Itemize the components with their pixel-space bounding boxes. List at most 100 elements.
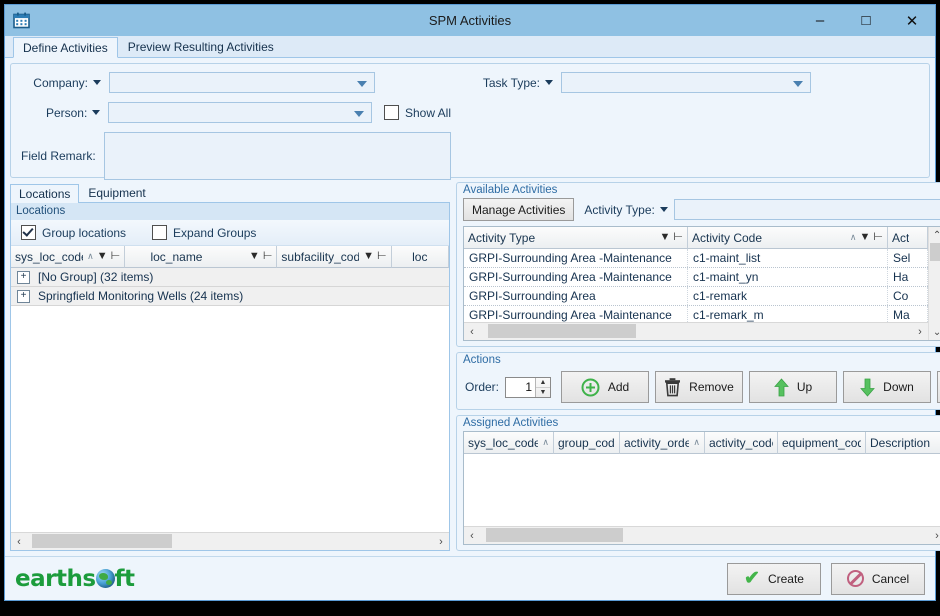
down-button[interactable]: Down xyxy=(843,371,931,403)
table-row[interactable]: GRPI-Surrounding Area -Maintenance c1-re… xyxy=(464,306,928,322)
hscroll-thumb[interactable] xyxy=(32,534,172,548)
assigned-activities-grid: sys_loc_code ∧ group_code activity_ord xyxy=(464,432,940,544)
task-type-combobox[interactable] xyxy=(561,72,811,93)
column-header-description[interactable]: Description xyxy=(866,432,940,454)
maximize-button[interactable]: □ xyxy=(843,5,889,36)
sort-asc-icon[interactable]: ∧ xyxy=(850,232,857,243)
column-label: sys_loc_code xyxy=(468,436,538,450)
pin-icon[interactable]: ⊢ xyxy=(263,251,273,262)
table-row[interactable]: + [No Group] (32 items) xyxy=(11,268,449,287)
scroll-right-icon[interactable]: › xyxy=(929,527,940,544)
available-vscrollbar[interactable]: ⌃ ⌄ xyxy=(928,227,940,340)
tab-equipment[interactable]: Equipment xyxy=(79,183,154,202)
scroll-right-icon[interactable]: › xyxy=(433,533,449,550)
hscroll-track[interactable] xyxy=(480,527,929,544)
activity-type-combobox[interactable] xyxy=(674,199,940,220)
column-header-loc[interactable]: loc xyxy=(392,246,449,268)
locations-toolbar: Group locations Expand Groups xyxy=(11,220,449,246)
footer-bar: earths ft ✔ Create Cancel xyxy=(5,556,935,600)
stepper-down-icon[interactable]: ▼ xyxy=(536,388,550,397)
remove-button-label: Remove xyxy=(689,380,734,394)
column-header-activity-code[interactable]: Activity Code ∧ ▼ ⊢ xyxy=(688,227,888,249)
column-header-group-code[interactable]: group_code xyxy=(554,432,620,454)
cancel-button[interactable]: Cancel xyxy=(831,563,925,595)
person-combobox[interactable] xyxy=(108,102,372,123)
column-label: sys_loc_code xyxy=(15,250,83,264)
up-button[interactable]: Up xyxy=(749,371,837,403)
pin-icon[interactable]: ⊢ xyxy=(111,251,121,262)
company-row: Company: xyxy=(21,72,451,93)
tab-locations[interactable]: Locations xyxy=(10,184,79,203)
assigned-hscrollbar[interactable]: ‹ › xyxy=(464,526,940,544)
filter-icon[interactable]: ▼ xyxy=(97,251,108,262)
close-button[interactable]: ✕ xyxy=(889,5,935,36)
create-button[interactable]: ✔ Create xyxy=(727,563,821,595)
expand-icon[interactable]: + xyxy=(17,290,30,303)
hscroll-thumb[interactable] xyxy=(486,528,623,542)
company-combobox[interactable] xyxy=(109,72,375,93)
field-remark-input[interactable] xyxy=(104,132,451,180)
logo-text-part2: ft xyxy=(115,566,135,592)
person-label-group[interactable]: Person: xyxy=(21,106,100,120)
sort-asc-icon[interactable]: ∧ xyxy=(693,437,700,448)
filter-icon[interactable]: ▼ xyxy=(363,251,374,262)
group-locations-label: Group locations xyxy=(42,226,126,240)
pin-icon[interactable]: ⊢ xyxy=(873,232,883,243)
add-button[interactable]: Add xyxy=(561,371,649,403)
column-header-activity-desc[interactable]: Act xyxy=(888,227,928,249)
order-stepper[interactable]: ▲ ▼ xyxy=(505,377,551,398)
cell-activity-code: c1-remark xyxy=(688,287,888,305)
header-icons: ∧ xyxy=(689,437,700,448)
column-header-loc-name[interactable]: loc_name ▼ ⊢ xyxy=(125,246,277,268)
column-header-equipment-code[interactable]: equipment_code xyxy=(778,432,866,454)
sort-asc-icon[interactable]: ∧ xyxy=(87,251,94,262)
scroll-down-icon[interactable]: ⌄ xyxy=(929,324,940,340)
table-row[interactable]: GRPI-Surrounding Area -Maintenance c1-ma… xyxy=(464,249,928,268)
minimize-button[interactable]: – xyxy=(797,5,843,36)
table-row[interactable]: GRPI-Surrounding Area c1-remark Co xyxy=(464,287,928,306)
company-label-group[interactable]: Company: xyxy=(21,76,101,90)
available-hscrollbar[interactable]: ‹ › xyxy=(464,322,928,340)
vscroll-track[interactable] xyxy=(929,243,940,324)
column-header-activity-code[interactable]: activity_code xyxy=(705,432,778,454)
locations-hscrollbar[interactable]: ‹ › xyxy=(11,532,449,550)
hscroll-track[interactable] xyxy=(480,323,912,340)
table-row[interactable]: GRPI-Surrounding Area -Maintenance c1-ma… xyxy=(464,268,928,287)
remove-button[interactable]: Remove xyxy=(655,371,743,403)
activity-type-label-group[interactable]: Activity Type: xyxy=(584,203,667,217)
scroll-up-icon[interactable]: ⌃ xyxy=(929,227,940,243)
column-header-sys-loc-code[interactable]: sys_loc_code ∧ ▼ ⊢ xyxy=(11,246,125,268)
filter-icon[interactable]: ▼ xyxy=(249,251,260,262)
scroll-left-icon[interactable]: ‹ xyxy=(464,323,480,340)
checkmark-icon: ✔ xyxy=(744,569,760,588)
pin-icon[interactable]: ⊢ xyxy=(673,232,683,243)
filter-icon[interactable]: ▼ xyxy=(660,232,671,243)
filter-icon[interactable]: ▼ xyxy=(860,232,871,243)
scroll-left-icon[interactable]: ‹ xyxy=(11,533,27,550)
hscroll-thumb[interactable] xyxy=(488,324,636,338)
window-title: SPM Activities xyxy=(5,13,935,28)
expand-icon[interactable]: + xyxy=(17,271,30,284)
hscroll-track[interactable] xyxy=(27,533,433,550)
column-header-activity-order[interactable]: activity_order ∧ xyxy=(620,432,705,454)
column-header-sys-loc-code[interactable]: sys_loc_code ∧ xyxy=(464,432,554,454)
table-row[interactable]: + Springfield Monitoring Wells (24 items… xyxy=(11,287,449,306)
pin-icon[interactable]: ⊢ xyxy=(377,251,387,262)
column-header-subfacility-code[interactable]: subfacility_code ▼ ⊢ xyxy=(277,246,391,268)
scroll-right-icon[interactable]: › xyxy=(912,323,928,340)
column-header-activity-type[interactable]: Activity Type ▼ ⊢ xyxy=(464,227,688,249)
order-input[interactable] xyxy=(506,378,535,397)
scroll-left-icon[interactable]: ‹ xyxy=(464,527,480,544)
group-locations-checkbox[interactable]: Group locations xyxy=(21,225,126,240)
group-row-label: [No Group] (32 items) xyxy=(38,268,153,286)
expand-groups-checkbox[interactable]: Expand Groups xyxy=(152,225,256,240)
task-type-label-group[interactable]: Task Type: xyxy=(481,76,553,90)
tab-preview-resulting-activities[interactable]: Preview Resulting Activities xyxy=(118,36,284,57)
manage-activities-button[interactable]: Manage Activities xyxy=(463,198,574,221)
stepper-up-icon[interactable]: ▲ xyxy=(536,378,550,388)
vscroll-thumb[interactable] xyxy=(930,243,940,261)
show-all-checkbox[interactable]: Show All xyxy=(384,105,451,120)
tab-define-activities[interactable]: Define Activities xyxy=(13,37,118,58)
sort-asc-icon[interactable]: ∧ xyxy=(542,437,549,448)
activity-type-label: Activity Type: xyxy=(584,203,654,217)
